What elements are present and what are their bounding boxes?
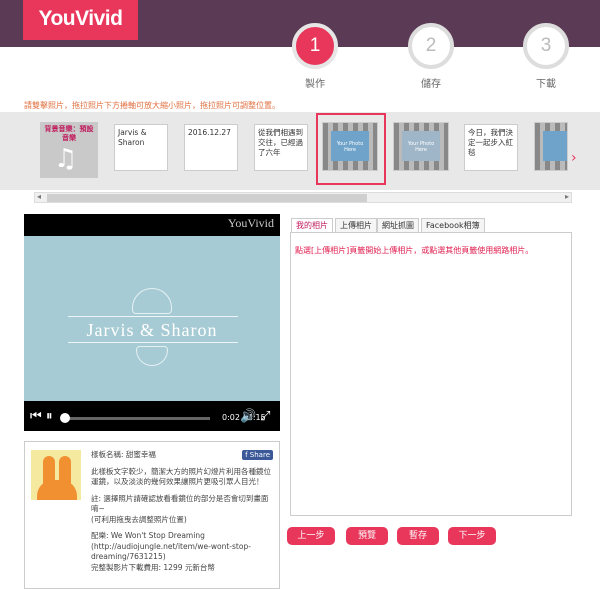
music-url: (http://audiojungle.net/item/we-wont-sto… (91, 541, 251, 562)
step-1-label: 製作 (305, 79, 325, 90)
video-title: Jarvis & Sharon (86, 320, 218, 340)
template-desc: 此樣板文字較少，簡潔大方的照片幻燈片利用各種鏡位運鏡，以及淡淡的幾何效果讓照片更… (91, 466, 271, 487)
player-watermark: YouVivid (227, 216, 274, 230)
template-avatar (31, 450, 81, 500)
player-controls: ⏮ ⏸ 0:02 / 4:15 🔊 ⤢ (24, 407, 280, 429)
save-draft-button[interactable]: 暫存 (397, 527, 439, 545)
slide-strip: 背景音樂：預設音樂 ♫ Jarvis & Sharon 2016.12.27 從… (0, 112, 600, 190)
next-step-button[interactable]: 下一步 (448, 527, 496, 545)
floral-ornament-icon (136, 346, 168, 366)
photo-slot-2[interactable]: Your Photo Here (393, 122, 449, 171)
text-slide-4[interactable]: 今日，我們決定一起步入紅毯 (464, 124, 518, 171)
music-credit: 配樂: We Won't Stop Dreaming (91, 531, 205, 540)
photo-slot-3[interactable] (534, 122, 568, 171)
pause-icon[interactable]: ⏸ (46, 409, 53, 424)
prev-step-button[interactable]: 上一步 (287, 527, 335, 545)
video-player[interactable]: YouVivid Jarvis & Sharon ⏮ ⏸ 0:02 / 4:15… (24, 214, 280, 431)
music-note-icon: ♫ (54, 144, 78, 174)
tab-url-photos[interactable]: 網址抓圖 (377, 218, 419, 232)
tab-my-photos[interactable]: 我的相片 (291, 218, 333, 232)
template-note-2: (可利用拖曳去調整照片位置) (91, 514, 187, 524)
template-name: 樣板名稱: 甜蜜幸福 (91, 450, 156, 459)
template-description: 樣板名稱: 甜蜜幸福 此樣板文字較少，簡潔大方的照片幻燈片利用各種鏡位運鏡，以及… (91, 450, 275, 579)
template-note-1: 註: 選擇照片請確認放看看鏡位的部分是否會切到畫面唷~ (91, 493, 269, 514)
step-3-circle: 3 (523, 23, 569, 69)
scroll-left-icon[interactable]: ◂ (37, 192, 41, 201)
preview-button[interactable]: 預覽 (346, 527, 388, 545)
tab-facebook-albums[interactable]: Facebook相簿 (421, 218, 485, 232)
music-label: 背景音樂：預設音樂 (44, 125, 94, 142)
background-music-slot[interactable]: 背景音樂：預設音樂 ♫ (40, 122, 98, 178)
tab-upload-photos[interactable]: 上傳相片 (335, 218, 377, 232)
video-frame[interactable]: Jarvis & Sharon (24, 236, 280, 401)
progress-bar[interactable] (64, 417, 210, 420)
photo-placeholder: Your Photo Here (402, 131, 440, 161)
chevron-right-icon[interactable]: › (571, 150, 577, 166)
photo-placeholder (543, 131, 567, 161)
volume-icon[interactable]: 🔊 (240, 409, 256, 424)
step-indicator: 1 製作 2 儲存 3 下載 (0, 23, 600, 97)
instruction-text: 請雙擊照片，拖拉照片下方捲軸可放大縮小照片，拖拉照片可調整位置。 (24, 101, 280, 110)
step-2-circle: 2 (408, 23, 454, 69)
scroll-right-icon[interactable]: ▸ (565, 192, 569, 201)
floral-ornament-icon (132, 288, 172, 314)
step-2-label: 儲存 (421, 79, 441, 90)
step-1-circle: 1 (292, 23, 338, 69)
progress-knob[interactable] (60, 413, 70, 423)
strip-scrollbar[interactable]: ◂ ▸ (34, 192, 572, 203)
text-slide-3[interactable]: 從我們相遇到交往，已經過了六年 (254, 124, 308, 171)
text-slide-2[interactable]: 2016.12.27 (184, 124, 238, 171)
download-price: 完整製影片下載費用: 1299 元新台幣 (91, 562, 215, 572)
scrollbar-thumb[interactable] (47, 194, 367, 202)
fullscreen-icon[interactable]: ⤢ (260, 409, 270, 424)
selected-slot-highlight (316, 113, 386, 185)
photo-panel: 點選[上傳相片]頁籤開始上傳相片，或點選其他頁籤使用網路相片。 (290, 232, 572, 516)
step-3-label: 下載 (536, 79, 556, 90)
template-info-box: f Share 樣板名稱: 甜蜜幸福 此樣板文字較少，簡潔大方的照片幻燈片利用各… (24, 441, 280, 589)
text-slide-1[interactable]: Jarvis & Sharon (114, 124, 168, 171)
logo[interactable]: YouVivid (23, 0, 138, 40)
panel-message: 點選[上傳相片]頁籤開始上傳相片，或點選其他頁籤使用網路相片。 (295, 246, 534, 255)
skip-back-icon[interactable]: ⏮ (30, 409, 42, 424)
